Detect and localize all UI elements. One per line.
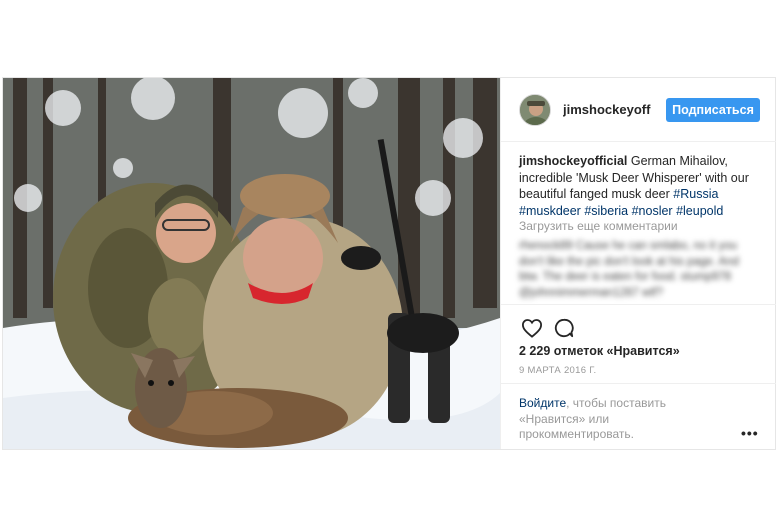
hunting-photo-illustration [3, 78, 500, 449]
post-sidebar: jimshockeyofficial Подписаться jimshocke… [500, 78, 776, 449]
header-username[interactable]: jimshockeyofficial [563, 102, 651, 117]
hashtag-leupold[interactable]: #leupold [676, 204, 723, 218]
post-actions [501, 304, 776, 349]
login-link[interactable]: Войдите [519, 396, 566, 410]
hashtag-muskdeer[interactable]: #muskdeer [519, 204, 581, 218]
caption-username[interactable]: jimshockeyofficial [519, 154, 627, 168]
post-photo [3, 78, 500, 449]
hashtag-nosler[interactable]: #nosler [632, 204, 673, 218]
login-prompt: Войдите, чтобы поставить «Нравится» или … [501, 383, 776, 449]
heart-icon[interactable] [521, 318, 543, 338]
blurred-comments: rhenock89 Cause he can smlabo, no it you… [519, 240, 739, 299]
comment-icon[interactable] [554, 318, 574, 338]
load-more-comments[interactable]: Загрузить еще комментарии [519, 219, 678, 233]
likes-count[interactable]: 2 229 отметок «Нравится» [519, 344, 680, 358]
hashtag-russia[interactable]: #Russia [673, 187, 718, 201]
instagram-post: jimshockeyofficial Подписаться jimshocke… [2, 77, 776, 450]
avatar[interactable] [519, 94, 551, 126]
login-prompt-text: Войдите, чтобы поставить «Нравится» или … [519, 396, 699, 443]
avatar-image [520, 95, 550, 125]
post-date: 9 МАРТА 2016 Г. [519, 365, 597, 376]
post-caption: jimshockeyofficial German Mihailov, incr… [519, 153, 759, 219]
hashtag-siberia[interactable]: #siberia [584, 204, 628, 218]
post-header: jimshockeyofficial Подписаться [501, 78, 776, 142]
follow-button[interactable]: Подписаться [666, 98, 760, 122]
more-options-icon[interactable]: ••• [741, 425, 759, 441]
